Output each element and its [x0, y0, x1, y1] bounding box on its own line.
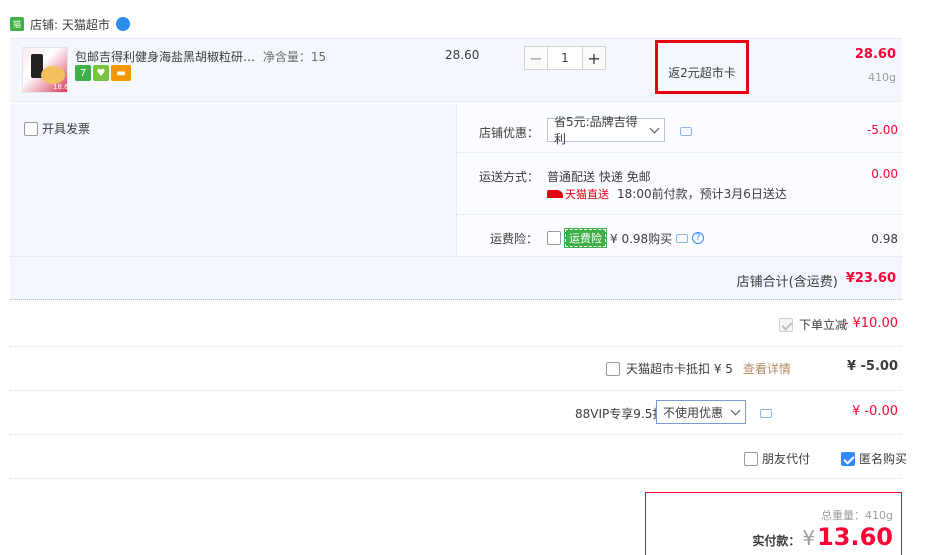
market-card-label: 天猫超市卡抵扣 ¥ 5	[626, 362, 733, 376]
guarantee-icon: ♥	[93, 65, 109, 81]
increase-quantity-button[interactable]: +	[582, 46, 606, 70]
insurance-amount: 0.98	[871, 232, 898, 246]
tmall-shop-icon: 猫	[10, 17, 24, 31]
invoice-option[interactable]: 开具发票	[24, 120, 90, 137]
market-card-details-link[interactable]: 查看详情	[743, 360, 791, 377]
friend-pay-option[interactable]: 朋友代付	[744, 450, 810, 467]
anonymous-option[interactable]: 匿名购买	[841, 450, 907, 467]
amount-due-value: 13.60	[817, 523, 893, 551]
currency-symbol: ¥	[802, 526, 816, 550]
insurance-checkbox[interactable]	[547, 231, 561, 245]
service-badges: 7 ♥ ▬	[75, 65, 133, 81]
tmall-direct-logo: 天猫直送	[547, 186, 609, 202]
friend-pay-label: 朋友代付	[762, 452, 811, 466]
vip-label: 88VIP专享9.5折	[575, 407, 665, 421]
unit-price: 28.60	[445, 48, 480, 62]
insurance-label: 运费险：	[490, 232, 539, 246]
instant-discount-amount: - ¥10.00	[843, 316, 898, 331]
promo-text: 返2元超市卡	[668, 65, 736, 80]
shop-discount-value: 省5元:品牌吉得利	[554, 115, 638, 146]
message-icon[interactable]	[760, 409, 772, 418]
shop-header: 猫 店铺: 天猫超市	[10, 14, 130, 34]
amount-due: 实付款： ¥ 13.60	[752, 523, 893, 551]
invoice-checkbox[interactable]	[24, 121, 38, 136]
total-weight: 总重量：410g	[821, 509, 893, 522]
shop-total-label: 店铺合计(含运费)	[736, 275, 838, 290]
invoice-panel: 开具发票	[10, 104, 456, 256]
truck-icon	[547, 189, 563, 198]
decrease-quantity-button[interactable]: −	[524, 46, 548, 70]
market-card-checkbox[interactable]	[606, 361, 620, 376]
shop-total-row: 店铺合计(含运费) ¥23.60	[10, 256, 902, 300]
market-card-amount: ¥ -5.00	[846, 359, 898, 374]
quantity-input[interactable]	[548, 46, 582, 70]
chat-icon[interactable]	[115, 17, 130, 31]
order-options: 开具发票 店铺优惠： 省5元:品牌吉得利 -5.00 运送方式： 普通配送 快递…	[10, 104, 902, 300]
shipping-label: 运送方式：	[479, 170, 540, 184]
seven-day-return-icon: 7	[75, 65, 91, 81]
shop-discount-amount: -5.00	[866, 123, 898, 137]
instant-discount-checkbox	[779, 317, 793, 332]
insurance-price: ¥ 0.98购买	[610, 231, 673, 246]
shop-discount-select[interactable]: 省5元:品牌吉得利	[547, 115, 665, 146]
shop-total-amount: ¥23.60	[845, 271, 896, 286]
shipping-amount: 0.00	[871, 167, 898, 181]
shop-name[interactable]: 店铺: 天猫超市	[30, 16, 110, 33]
product-spec: 净含量：158g	[262, 50, 325, 64]
product-thumbnail[interactable]: 18.6	[22, 47, 69, 93]
card-icon: ▬	[111, 65, 131, 81]
delivery-eta: 18:00前付款，预计3月6日送达	[617, 187, 787, 201]
message-icon[interactable]	[676, 233, 689, 243]
anonymous-checkbox[interactable]	[841, 451, 855, 466]
chevron-down-icon	[730, 405, 741, 415]
insurance-tag: 运费险	[564, 228, 607, 248]
message-icon[interactable]	[680, 127, 692, 136]
cart-item-row: 18.6 包邮吉得利健身海盐黑胡椒粒研… 净含量：158g 7 ♥ ▬ 28.6…	[10, 38, 902, 102]
delivery-info: 天猫直送 18:00前付款，预计3月6日送达	[547, 185, 787, 202]
anonymous-label: 匿名购买	[859, 452, 908, 466]
payment-summary: 总重量：410g 实付款： ¥ 13.60	[645, 492, 902, 555]
product-title[interactable]: 包邮吉得利健身海盐黑胡椒粒研…	[75, 50, 255, 64]
shop-discount-label: 店铺优惠：	[479, 126, 540, 140]
invoice-label: 开具发票	[42, 122, 91, 136]
insurance-option[interactable]: 运费险 ¥ 0.98购买 ?	[547, 228, 705, 248]
vip-discount-amount: ¥ -0.00	[851, 404, 898, 419]
instant-discount-label: 下单立减	[799, 318, 848, 332]
product-title-line: 包邮吉得利健身海盐黑胡椒粒研… 净含量：158g	[75, 48, 325, 65]
item-weight: 410g	[868, 71, 896, 84]
amount-due-label: 实付款：	[752, 534, 801, 548]
help-icon[interactable]: ?	[692, 232, 705, 244]
shipping-method: 普通配送 快递 免邮	[547, 170, 651, 184]
promo-highlight: 返2元超市卡	[655, 40, 749, 94]
item-subtotal: 28.60	[854, 47, 896, 62]
vip-discount-value: 不使用优惠	[663, 405, 724, 420]
vip-discount-select[interactable]: 不使用优惠	[656, 400, 746, 424]
market-card-option[interactable]: 天猫超市卡抵扣 ¥ 5 查看详情	[606, 360, 791, 377]
instant-discount-row: 下单立减	[779, 316, 847, 333]
friend-pay-checkbox[interactable]	[744, 451, 758, 466]
chevron-down-icon	[649, 123, 660, 133]
quantity-stepper: − +	[524, 46, 606, 70]
